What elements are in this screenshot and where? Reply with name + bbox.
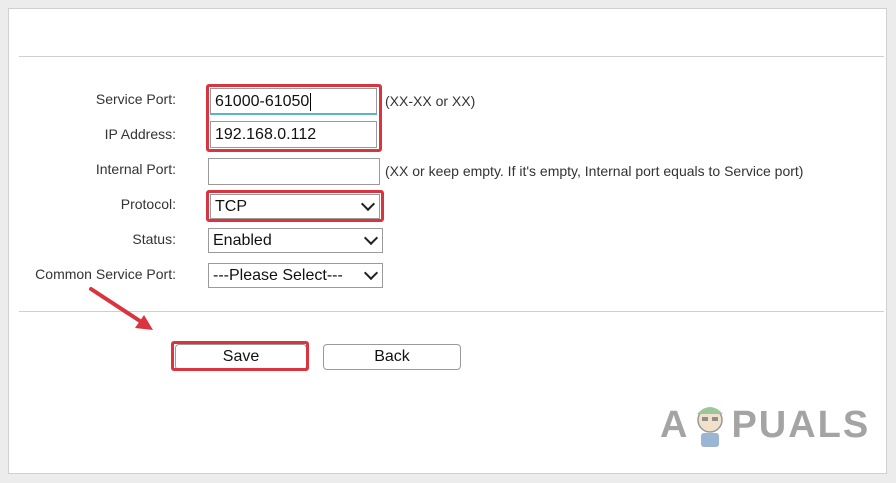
protocol-value: TCP — [215, 197, 247, 215]
chevron-down-icon — [360, 196, 376, 212]
service-port-label: Service Port: — [95, 91, 176, 107]
mascot-icon — [697, 407, 724, 447]
status-value: Enabled — [213, 231, 272, 249]
chevron-down-icon — [363, 265, 379, 281]
service-port-value: 61000-61050 — [215, 92, 310, 110]
ip-address-label: IP Address: — [104, 126, 176, 142]
common-service-port-select[interactable]: ---Please Select--- — [208, 263, 383, 288]
common-service-port-value: ---Please Select--- — [213, 266, 343, 284]
back-button-label: Back — [374, 348, 410, 365]
chevron-down-icon — [363, 230, 379, 246]
save-button-label: Save — [222, 348, 260, 365]
save-button[interactable]: Save — [175, 344, 307, 370]
back-button[interactable]: Back — [323, 344, 461, 370]
protocol-label: Protocol: — [120, 196, 176, 212]
input-focus-underline — [210, 113, 377, 115]
internal-port-input[interactable] — [208, 158, 380, 185]
ip-address-input[interactable]: 192.168.0.112 — [210, 121, 377, 148]
status-label: Status: — [132, 231, 176, 247]
internal-port-label: Internal Port: — [95, 161, 176, 177]
service-port-input[interactable]: 61000-61050 — [210, 88, 377, 115]
ip-address-value: 192.168.0.112 — [215, 125, 317, 143]
service-port-hint: (XX-XX or XX) — [385, 93, 476, 109]
appuals-watermark-logo: A PUALS — [660, 400, 870, 450]
common-service-port-label: Common Service Port: — [35, 266, 176, 282]
top-divider — [19, 56, 884, 57]
internal-port-hint: (XX or keep empty. If it's empty, Intern… — [385, 163, 804, 179]
protocol-select[interactable]: TCP — [210, 194, 380, 219]
status-select[interactable]: Enabled — [208, 228, 383, 253]
annotation-arrow-icon — [89, 287, 153, 330]
text-cursor — [310, 92, 312, 111]
